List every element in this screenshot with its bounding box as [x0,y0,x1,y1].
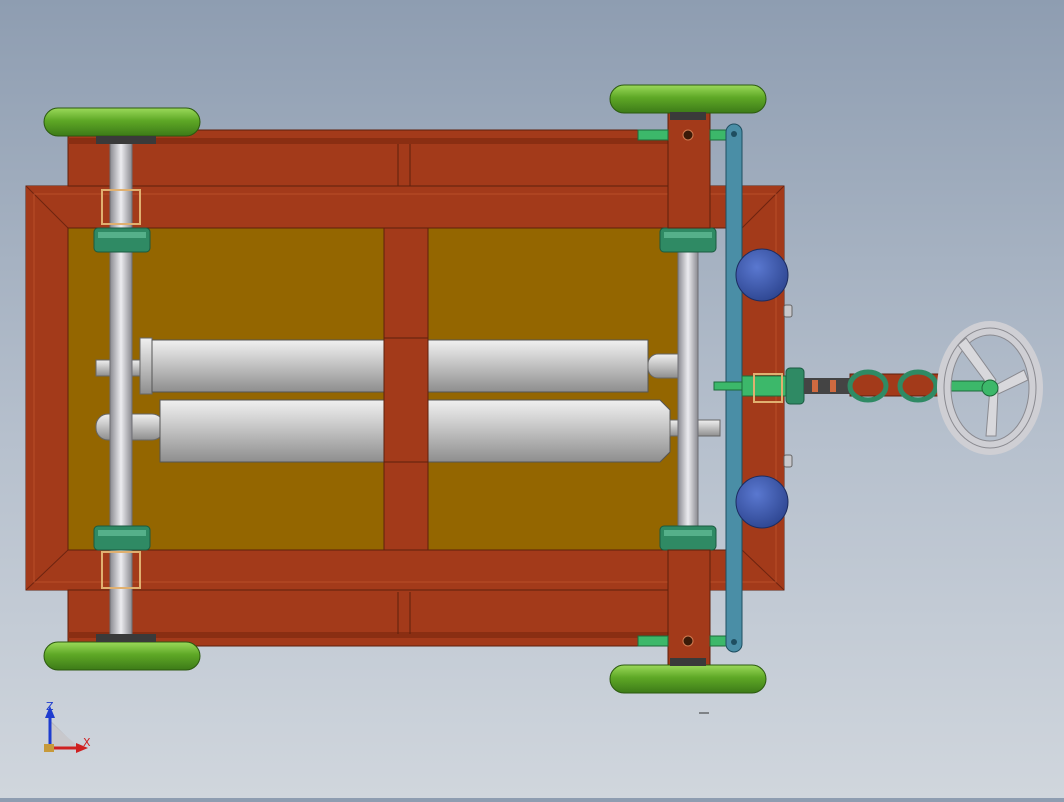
front-bearing-bottom [659,525,717,551]
triad-z-label: Z [46,700,54,713]
front-bearing-top [659,227,717,253]
cart-assembly-drawing[interactable]: Z X [0,0,1064,798]
bolt [783,304,793,318]
disc-bottom [735,475,789,529]
cad-viewport[interactable]: Z X [0,0,1064,798]
front-axle [677,239,699,531]
front-wheel-top [609,84,767,120]
disc-top [735,248,789,302]
bolt [783,454,793,468]
crossbeam-overlay [383,337,429,463]
front-wheel-bottom [609,658,767,694]
lower-rail [67,589,711,647]
upper-rail [67,129,711,187]
triad-x-label: X [83,736,91,749]
rear-bearing-top [93,227,151,253]
rear-bearing-bottom [93,525,151,551]
coordinate-triad-icon: Z X [44,700,91,753]
